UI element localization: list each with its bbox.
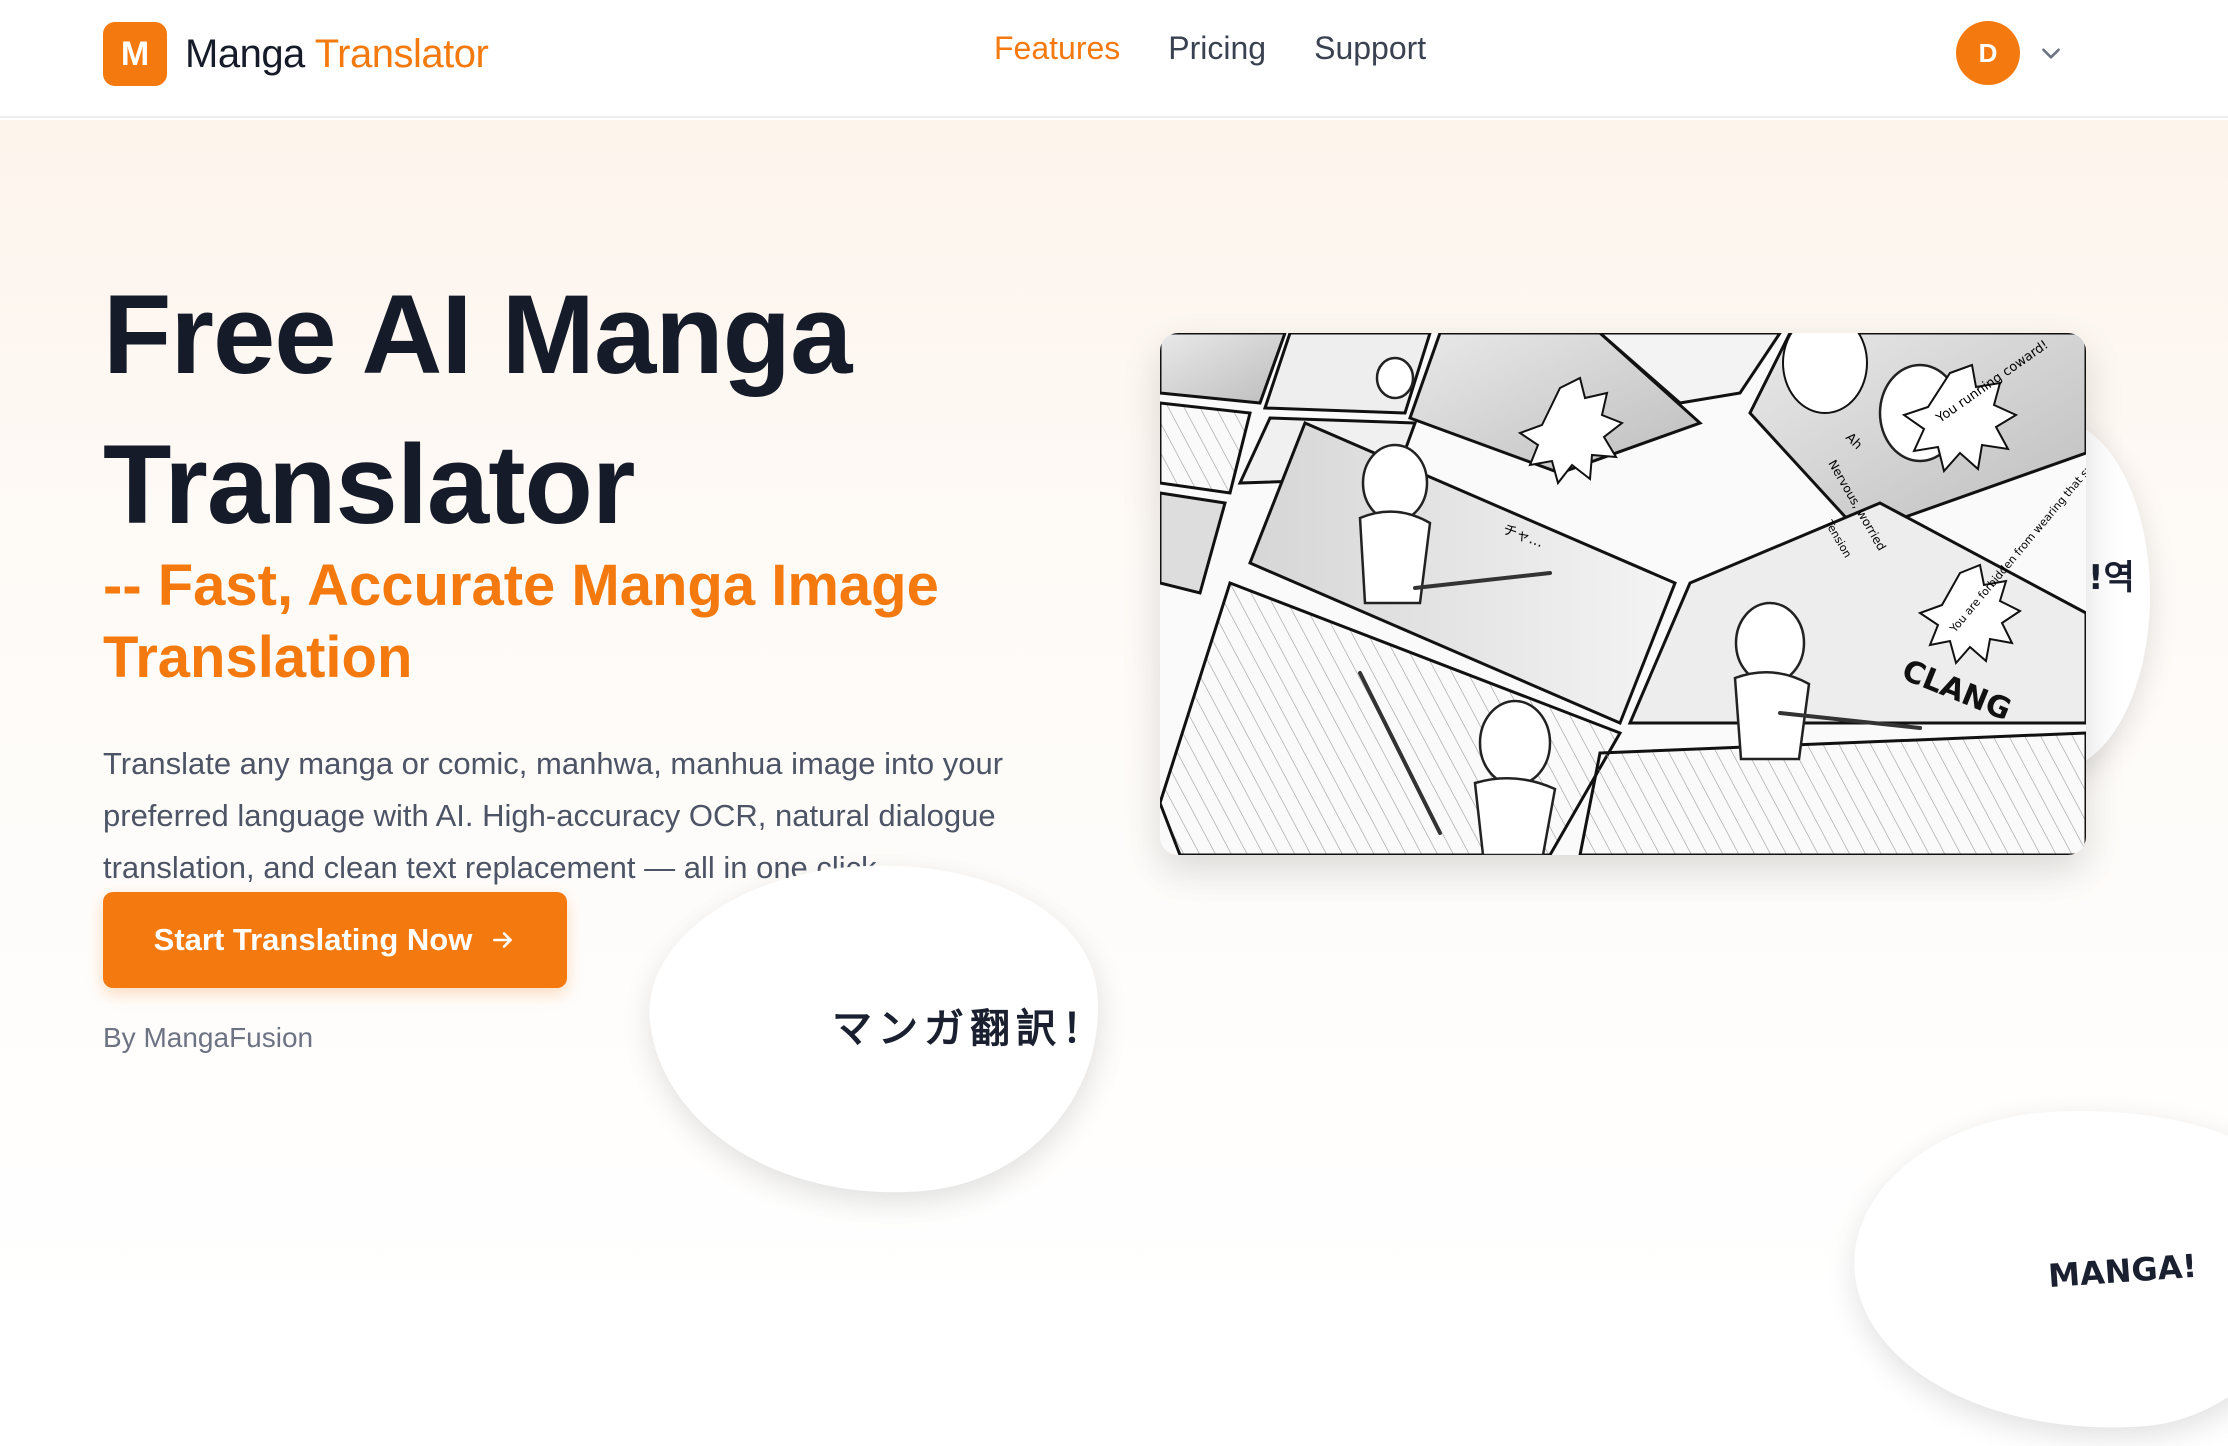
speech-bubble-japanese-text: マンガ翻訳！: [832, 1006, 1108, 1052]
hero-title-line-2: Translator: [103, 422, 636, 547]
logo-text: Manga Translator: [185, 31, 489, 77]
hero-title-line-1: Free AI Manga: [103, 272, 852, 397]
logo-word-translator: Translator: [314, 31, 489, 76]
hero-subtitle-line-1: -- Fast, Accurate Manga Image: [103, 553, 939, 618]
start-translating-button[interactable]: Start Translating Now: [103, 892, 567, 988]
hero-subtitle-line-2: Translation: [103, 625, 413, 690]
manga-page-illustration: Ah Nervous, worried You running coward! …: [1160, 333, 2086, 855]
manga-preview-image: Ah Nervous, worried You running coward! …: [1160, 333, 2086, 855]
nav-link-features[interactable]: Features: [994, 30, 1120, 67]
brand-logo[interactable]: M Manga Translator: [103, 22, 489, 86]
hero-title: Free AI Manga Translator: [103, 260, 1023, 560]
top-navbar: M Manga Translator Features Pricing Supp…: [0, 0, 2228, 118]
nav-links: Features Pricing Support: [994, 30, 1426, 67]
speech-bubble-korean-text: !역: [2088, 558, 2135, 598]
arrow-right-icon: [493, 932, 513, 948]
logo-badge: M: [103, 22, 167, 86]
nav-link-support[interactable]: Support: [1314, 30, 1426, 67]
hero-subtitle: -- Fast, Accurate Manga Image Translatio…: [103, 550, 1023, 694]
logo-word-manga: Manga: [185, 31, 305, 76]
start-translating-label: Start Translating Now: [153, 922, 473, 957]
user-avatar[interactable]: D: [1956, 21, 2020, 85]
chevron-down-icon[interactable]: [2038, 40, 2064, 66]
nav-link-pricing[interactable]: Pricing: [1168, 30, 1266, 67]
byline: By MangaFusion: [103, 1022, 314, 1053]
